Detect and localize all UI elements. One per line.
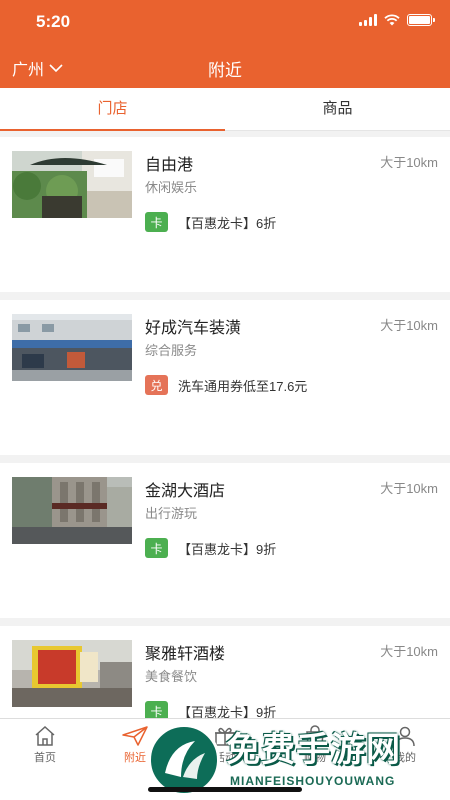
home-icon bbox=[35, 725, 55, 746]
store-distance: 大于10km bbox=[380, 155, 438, 170]
status-icons bbox=[359, 14, 435, 26]
store-category: 休闲娱乐 bbox=[145, 180, 198, 195]
offer-text: 【百惠龙卡】6折 bbox=[178, 215, 277, 231]
page-title: 附近 bbox=[208, 61, 242, 80]
store-photo bbox=[12, 640, 132, 707]
card-badge: 卡 bbox=[145, 538, 168, 558]
offer-text: 洗车通用券低至17.6元 bbox=[178, 378, 308, 394]
store-category: 综合服务 bbox=[145, 343, 198, 358]
tab-stores[interactable]: 门店 bbox=[0, 88, 225, 131]
store-card[interactable]: 自由港 大于10km 休闲娱乐 卡 【百惠龙卡】6折 bbox=[0, 137, 450, 292]
store-distance: 大于10km bbox=[380, 644, 438, 659]
store-photo bbox=[12, 477, 132, 544]
tabbar-item-home[interactable]: 首页 bbox=[15, 725, 75, 765]
segment-tabs: 门店 商品 bbox=[0, 88, 450, 131]
watermark-subtitle: MIANFEISHOUYOUWANG bbox=[230, 774, 396, 788]
store-offer: 兑 洗车通用券低至17.6元 bbox=[145, 375, 307, 395]
tab-products[interactable]: 商品 bbox=[225, 88, 450, 130]
store-category: 出行游玩 bbox=[145, 506, 198, 521]
status-time: 5:20 bbox=[36, 12, 71, 31]
nav-bar: 广州 附近 bbox=[0, 44, 450, 88]
card-badge: 卡 bbox=[145, 212, 168, 232]
store-name: 自由港 bbox=[145, 157, 194, 174]
store-offer: 卡 【百惠龙卡】6折 bbox=[145, 212, 276, 232]
exchange-badge: 兑 bbox=[145, 375, 168, 395]
store-photo bbox=[12, 151, 132, 218]
status-bar: 5:20 bbox=[0, 0, 450, 44]
send-icon bbox=[122, 726, 148, 746]
store-list: 自由港 大于10km 休闲娱乐 卡 【百惠龙卡】6折 好成汽车装潢 大于10km… bbox=[0, 137, 450, 789]
store-distance: 大于10km bbox=[380, 481, 438, 496]
watermark-logo bbox=[148, 724, 220, 796]
store-card[interactable]: 金湖大酒店 大于10km 出行游玩 卡 【百惠龙卡】9折 bbox=[0, 463, 450, 618]
store-name: 聚雅轩酒楼 bbox=[145, 646, 226, 663]
offer-text: 【百惠龙卡】9折 bbox=[178, 541, 277, 557]
home-indicator bbox=[148, 787, 302, 792]
store-distance: 大于10km bbox=[380, 318, 438, 333]
store-card[interactable]: 好成汽车装潢 大于10km 综合服务 兑 洗车通用券低至17.6元 bbox=[0, 300, 450, 455]
store-name: 金湖大酒店 bbox=[145, 483, 226, 500]
store-offer: 卡 【百惠龙卡】9折 bbox=[145, 538, 276, 558]
store-category: 美食餐饮 bbox=[145, 669, 198, 684]
store-photo bbox=[12, 314, 132, 381]
wifi-icon bbox=[384, 14, 400, 26]
store-name: 好成汽车装潢 bbox=[145, 320, 242, 337]
tabbar-label: 首页 bbox=[34, 752, 56, 764]
cellular-signal-icon bbox=[359, 14, 377, 26]
watermark-title: 免费手游网 bbox=[226, 730, 401, 770]
battery-icon bbox=[407, 14, 435, 26]
tabbar-label: 附近 bbox=[124, 752, 146, 764]
watermark: 免费手游网 MIANFEISHOUYOUWANG bbox=[148, 722, 448, 796]
